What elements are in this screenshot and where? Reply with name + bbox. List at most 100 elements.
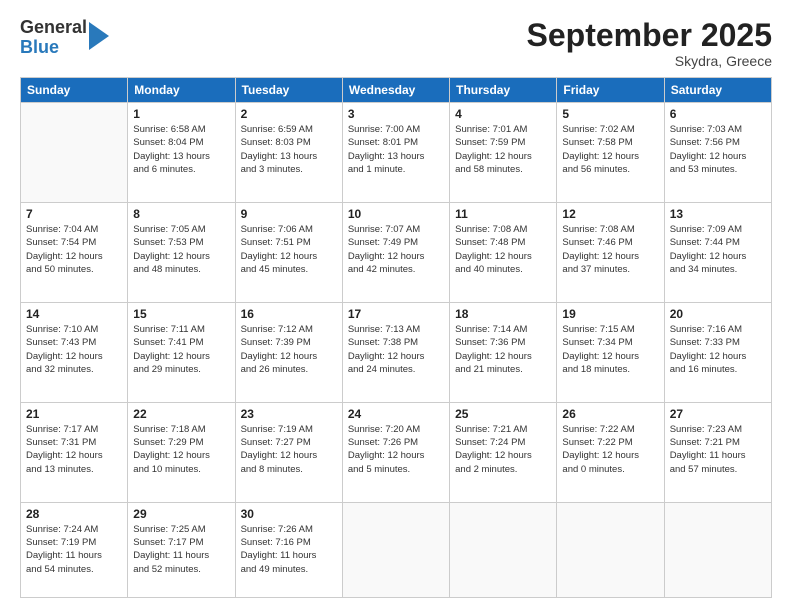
col-sunday: Sunday [21, 78, 128, 103]
day-number: 13 [670, 207, 766, 221]
day-number: 15 [133, 307, 229, 321]
day-number: 1 [133, 107, 229, 121]
page: General Blue September 2025 Skydra, Gree… [0, 0, 792, 612]
day-info: Sunrise: 7:04 AM Sunset: 7:54 PM Dayligh… [26, 223, 122, 276]
col-wednesday: Wednesday [342, 78, 449, 103]
day-number: 16 [241, 307, 337, 321]
day-info: Sunrise: 7:16 AM Sunset: 7:33 PM Dayligh… [670, 323, 766, 376]
table-row: 16Sunrise: 7:12 AM Sunset: 7:39 PM Dayli… [235, 302, 342, 402]
day-number: 7 [26, 207, 122, 221]
table-row: 23 Sunrise: 7:19 AM Sunset: 7:27 PM Dayli… [235, 402, 342, 502]
day-info: Sunrise: 7:07 AM Sunset: 7:49 PM Dayligh… [348, 223, 444, 276]
table-row [557, 502, 664, 597]
table-row [664, 502, 771, 597]
col-thursday: Thursday [450, 78, 557, 103]
day-info: Sunrise: 7:02 AM Sunset: 7:58 PM Dayligh… [562, 123, 658, 176]
table-row [21, 103, 128, 203]
table-row: 27 Sunrise: 7:23 AM Sunset: 7:21 PM Dayli… [664, 402, 771, 502]
table-row: 29Sunrise: 7:25 AM Sunset: 7:17 PM Dayli… [128, 502, 235, 597]
table-row: 25Sunrise: 7:21 AM Sunset: 7:24 PM Dayli… [450, 402, 557, 502]
day-info: Sunrise: 7:26 AM Sunset: 7:16 PM Dayligh… [241, 523, 337, 576]
day-info: Sunrise: 7:08 AM Sunset: 7:46 PM Dayligh… [562, 223, 658, 276]
day-number: 11 [455, 207, 551, 221]
day-number: 6 [670, 107, 766, 121]
day-info: Sunrise: 7:10 AM Sunset: 7:43 PM Dayligh… [26, 323, 122, 376]
day-number: 28 [26, 507, 122, 521]
day-info: Sunrise: 7:03 AM Sunset: 7:56 PM Dayligh… [670, 123, 766, 176]
table-row: 21 Sunrise: 7:17 AM Sunset: 7:31 PM Dayli… [21, 402, 128, 502]
header-row: Sunday Monday Tuesday Wednesday Thursday… [21, 78, 772, 103]
header: General Blue September 2025 Skydra, Gree… [20, 18, 772, 69]
table-row: 22 Sunrise: 7:18 AM Sunset: 7:29 PM Dayli… [128, 402, 235, 502]
day-number: 24 [348, 407, 444, 421]
day-number: 8 [133, 207, 229, 221]
col-monday: Monday [128, 78, 235, 103]
day-number: 4 [455, 107, 551, 121]
day-number: 2 [241, 107, 337, 121]
logo-blue: Blue [20, 38, 87, 58]
table-row: 11Sunrise: 7:08 AM Sunset: 7:48 PM Dayli… [450, 203, 557, 303]
day-info: Sunrise: 7:11 AM Sunset: 7:41 PM Dayligh… [133, 323, 229, 376]
day-number: 22 [133, 407, 229, 421]
table-row: 12 Sunrise: 7:08 AM Sunset: 7:46 PM Dayli… [557, 203, 664, 303]
table-row: 17 Sunrise: 7:13 AM Sunset: 7:38 PM Dayli… [342, 302, 449, 402]
table-row: 19 Sunrise: 7:15 AM Sunset: 7:34 PM Dayli… [557, 302, 664, 402]
day-number: 3 [348, 107, 444, 121]
table-row: 24 Sunrise: 7:20 AM Sunset: 7:26 PM Dayli… [342, 402, 449, 502]
table-row: 30Sunrise: 7:26 AM Sunset: 7:16 PM Dayli… [235, 502, 342, 597]
day-info: Sunrise: 7:13 AM Sunset: 7:38 PM Dayligh… [348, 323, 444, 376]
col-tuesday: Tuesday [235, 78, 342, 103]
table-row: 15 Sunrise: 7:11 AM Sunset: 7:41 PM Dayli… [128, 302, 235, 402]
table-row: 18Sunrise: 7:14 AM Sunset: 7:36 PM Dayli… [450, 302, 557, 402]
day-info: Sunrise: 7:23 AM Sunset: 7:21 PM Dayligh… [670, 423, 766, 476]
day-info: Sunrise: 7:19 AM Sunset: 7:27 PM Dayligh… [241, 423, 337, 476]
day-info: Sunrise: 7:24 AM Sunset: 7:19 PM Dayligh… [26, 523, 122, 576]
day-number: 23 [241, 407, 337, 421]
day-info: Sunrise: 6:59 AM Sunset: 8:03 PM Dayligh… [241, 123, 337, 176]
subtitle: Skydra, Greece [527, 53, 772, 69]
table-row: 4 Sunrise: 7:01 AM Sunset: 7:59 PM Daylig… [450, 103, 557, 203]
month-title: September 2025 [527, 18, 772, 53]
day-number: 19 [562, 307, 658, 321]
table-row: 20 Sunrise: 7:16 AM Sunset: 7:33 PM Dayli… [664, 302, 771, 402]
day-info: Sunrise: 7:00 AM Sunset: 8:01 PM Dayligh… [348, 123, 444, 176]
day-info: Sunrise: 7:17 AM Sunset: 7:31 PM Dayligh… [26, 423, 122, 476]
col-friday: Friday [557, 78, 664, 103]
table-row: 5Sunrise: 7:02 AM Sunset: 7:58 PM Daylig… [557, 103, 664, 203]
table-row: 1 Sunrise: 6:58 AM Sunset: 8:04 PM Daylig… [128, 103, 235, 203]
day-info: Sunrise: 6:58 AM Sunset: 8:04 PM Dayligh… [133, 123, 229, 176]
day-number: 27 [670, 407, 766, 421]
table-row: 28 Sunrise: 7:24 AM Sunset: 7:19 PM Dayli… [21, 502, 128, 597]
calendar-table: Sunday Monday Tuesday Wednesday Thursday… [20, 77, 772, 598]
day-info: Sunrise: 7:06 AM Sunset: 7:51 PM Dayligh… [241, 223, 337, 276]
day-info: Sunrise: 7:22 AM Sunset: 7:22 PM Dayligh… [562, 423, 658, 476]
day-info: Sunrise: 7:20 AM Sunset: 7:26 PM Dayligh… [348, 423, 444, 476]
day-number: 9 [241, 207, 337, 221]
table-row: 10 Sunrise: 7:07 AM Sunset: 7:49 PM Dayli… [342, 203, 449, 303]
day-info: Sunrise: 7:01 AM Sunset: 7:59 PM Dayligh… [455, 123, 551, 176]
day-number: 21 [26, 407, 122, 421]
table-row: 3 Sunrise: 7:00 AM Sunset: 8:01 PM Daylig… [342, 103, 449, 203]
day-number: 17 [348, 307, 444, 321]
table-row: 9 Sunrise: 7:06 AM Sunset: 7:51 PM Daylig… [235, 203, 342, 303]
day-info: Sunrise: 7:18 AM Sunset: 7:29 PM Dayligh… [133, 423, 229, 476]
day-info: Sunrise: 7:09 AM Sunset: 7:44 PM Dayligh… [670, 223, 766, 276]
day-number: 18 [455, 307, 551, 321]
logo-icon [89, 22, 109, 50]
day-number: 29 [133, 507, 229, 521]
table-row: 26 Sunrise: 7:22 AM Sunset: 7:22 PM Dayli… [557, 402, 664, 502]
day-number: 26 [562, 407, 658, 421]
day-info: Sunrise: 7:15 AM Sunset: 7:34 PM Dayligh… [562, 323, 658, 376]
day-number: 12 [562, 207, 658, 221]
day-number: 20 [670, 307, 766, 321]
day-number: 10 [348, 207, 444, 221]
table-row: 8 Sunrise: 7:05 AM Sunset: 7:53 PM Daylig… [128, 203, 235, 303]
table-row: 13 Sunrise: 7:09 AM Sunset: 7:44 PM Dayli… [664, 203, 771, 303]
col-saturday: Saturday [664, 78, 771, 103]
day-number: 25 [455, 407, 551, 421]
day-number: 14 [26, 307, 122, 321]
day-info: Sunrise: 7:05 AM Sunset: 7:53 PM Dayligh… [133, 223, 229, 276]
table-row: 14 Sunrise: 7:10 AM Sunset: 7:43 PM Dayli… [21, 302, 128, 402]
table-row: 7 Sunrise: 7:04 AM Sunset: 7:54 PM Daylig… [21, 203, 128, 303]
title-block: September 2025 Skydra, Greece [527, 18, 772, 69]
